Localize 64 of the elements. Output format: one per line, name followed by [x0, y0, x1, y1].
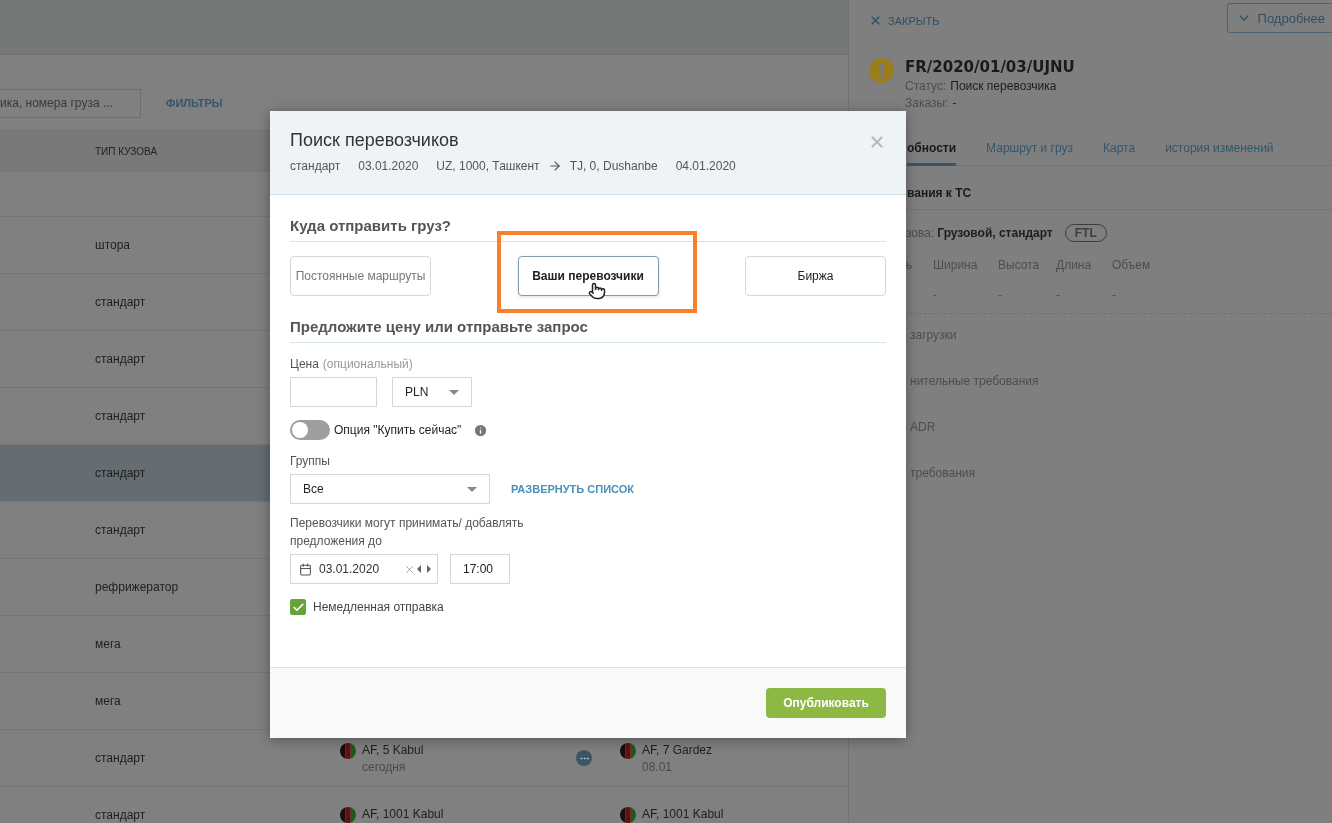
load-date-text: 03.01.2020	[358, 159, 419, 173]
place-text: AF, 1001 Kabul	[362, 807, 444, 821]
destination-text: TJ, 0, Dushanbe	[569, 159, 658, 173]
orders-value: -	[952, 96, 957, 110]
destination-button[interactable]: Ваши перевозчики	[517, 256, 659, 296]
section-heading: Куда отправить груз?	[290, 217, 886, 242]
flag-icon	[340, 807, 356, 823]
table-cell: штора	[95, 238, 130, 252]
calendar-icon	[299, 562, 312, 576]
table-cell: стандарт	[95, 808, 146, 822]
more-icon[interactable]	[576, 750, 592, 766]
table-cell: стандарт	[95, 409, 146, 423]
section-heading: Предложите цену или отправьте запрос	[290, 318, 886, 343]
flag-icon	[620, 807, 636, 823]
cargo-id: FR/2020/01/03/UJNU	[905, 58, 1075, 76]
close-link[interactable]: ЗАКРЫТЬ	[869, 14, 940, 27]
price-input[interactable]	[290, 377, 377, 407]
buy-now-toggle[interactable]	[290, 420, 330, 440]
table-cell: стандарт	[95, 466, 146, 480]
deadline-label: Перевозчики могут принимать/ добавлять предложения до	[290, 515, 525, 550]
publish-button[interactable]: Опубликовать	[766, 688, 886, 718]
immediate-checkbox[interactable]	[290, 599, 306, 615]
origin-text: UZ, 1000, Ташкент	[436, 159, 540, 173]
place-text: AF, 5 Kabul	[362, 742, 424, 757]
column-header: ТИП КУЗОВА	[95, 145, 158, 157]
table-cell: стандарт	[95, 751, 146, 765]
dialog-title: Поиск перевозчиков	[290, 130, 460, 151]
table-cell: мега	[95, 637, 121, 651]
status-value: Поиск перевозчика	[950, 79, 1057, 93]
dimension-value: -	[933, 287, 938, 304]
table-cell: стандарт	[95, 352, 146, 366]
table-cell: рефрижератор	[95, 580, 179, 594]
destination-button[interactable]: Биржа	[745, 256, 886, 296]
table-cell: стандарт	[95, 295, 146, 309]
currency-select[interactable]: PLN	[392, 377, 472, 407]
buy-now-label: Опция "Купить сейчас"	[334, 423, 462, 437]
hand-cursor-icon	[588, 282, 606, 300]
price-label: Цена	[290, 357, 319, 371]
dimension-value: -	[1112, 287, 1117, 304]
date-field[interactable]: 03.01.2020	[290, 554, 438, 584]
flag-icon	[620, 742, 636, 759]
info-icon[interactable]	[473, 422, 489, 438]
immediate-label: Немедленная отправка	[313, 600, 444, 614]
table-cell: мега	[95, 694, 121, 708]
time-field[interactable]: 17:00	[450, 554, 510, 584]
place-text: AF, 7 Gardez	[642, 742, 713, 757]
body-type-value: Грузовой, стандарт	[937, 226, 1053, 240]
body-type-text: стандарт	[290, 159, 341, 173]
close-icon	[869, 14, 882, 27]
table-cell: стандарт	[95, 523, 146, 537]
place-text: AF, 1001 Kabul	[642, 807, 724, 821]
warning-icon	[869, 58, 894, 83]
dimension-value: -	[998, 287, 1003, 304]
flag-icon	[340, 742, 356, 759]
dimension-value: -	[1056, 287, 1061, 304]
search-field[interactable]: ика, номера груза ...	[0, 88, 141, 118]
unload-date-text: 04.01.2020	[675, 159, 736, 173]
expand-list-link[interactable]: РАЗВЕРНУТЬ СПИСОК	[511, 483, 634, 495]
arrow-right-icon	[547, 159, 562, 173]
groups-select[interactable]: Все	[290, 474, 490, 504]
groups-label: Группы	[290, 454, 330, 468]
price-hint: (опциональный)	[322, 357, 413, 371]
more-button[interactable]: Подробнее	[1226, 3, 1332, 33]
date-controls-icon	[404, 563, 431, 575]
